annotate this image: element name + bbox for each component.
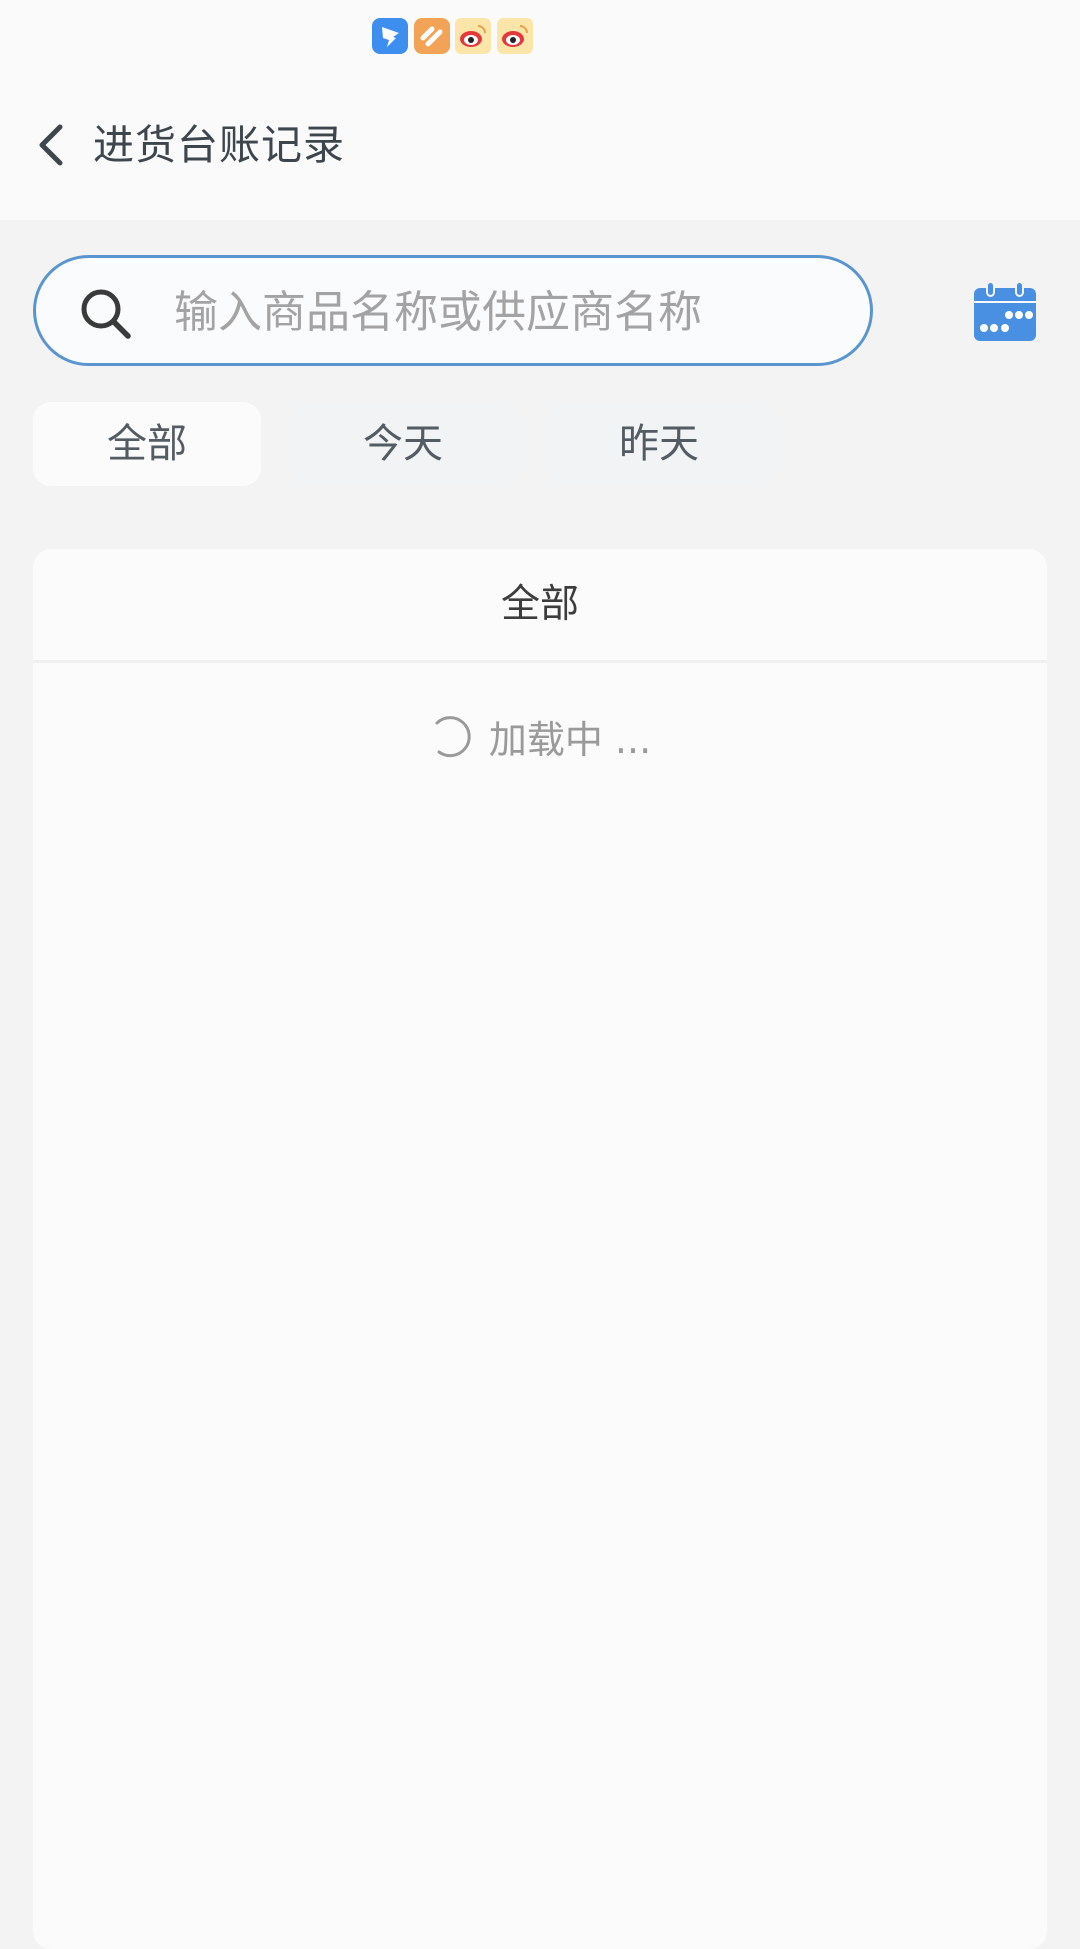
tab-all[interactable]: 全部 — [33, 402, 261, 486]
page-title: 进货台账记录 — [93, 121, 345, 169]
heart-app-icon — [414, 18, 450, 54]
tab-today[interactable]: 今天 — [289, 402, 517, 486]
loading-indicator: 加载中 ... — [33, 709, 1047, 764]
weibo-app-icon — [497, 18, 533, 54]
dingtalk-app-icon — [372, 18, 408, 54]
calendar-button[interactable] — [970, 280, 1040, 344]
status-bar — [0, 0, 1080, 75]
spinner-icon — [435, 715, 471, 757]
tab-yesterday[interactable]: 昨天 — [545, 402, 773, 486]
search-bar[interactable] — [33, 255, 873, 366]
loading-text: 加载中 ... — [488, 718, 652, 762]
back-button[interactable] — [30, 115, 74, 175]
search-input[interactable] — [172, 274, 836, 350]
records-card: 全部 加载中 ... — [33, 549, 1047, 1949]
chevron-left-icon — [39, 124, 63, 166]
card-header: 全部 — [33, 549, 1047, 663]
weibo-app-icon — [455, 18, 491, 54]
calendar-icon — [974, 281, 1036, 341]
app-header: 进货台账记录 — [0, 75, 1080, 220]
search-icon — [81, 289, 131, 339]
